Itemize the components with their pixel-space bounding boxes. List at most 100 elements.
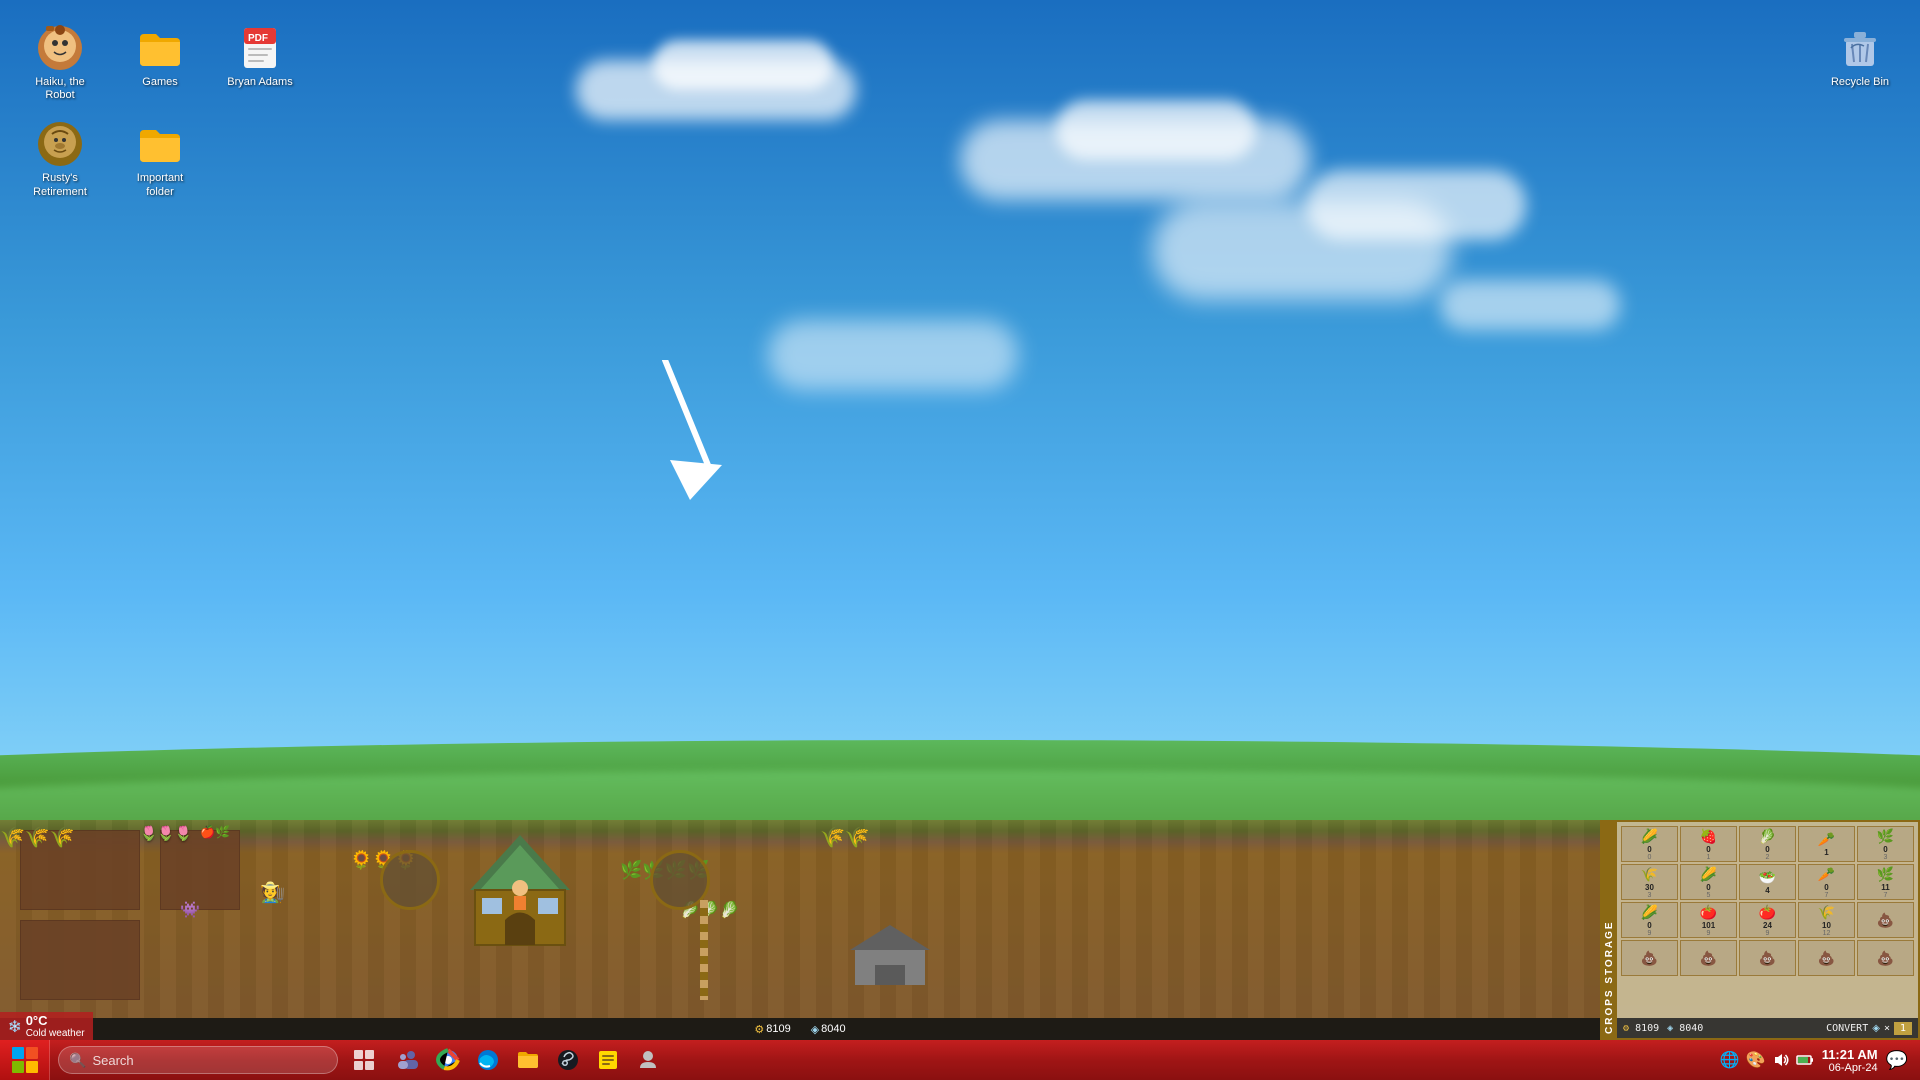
tray-color-icon[interactable]: 🎨 <box>1746 1050 1766 1070</box>
important-folder-label: Important folder <box>124 172 196 198</box>
crop-count-3: 1 <box>1824 848 1828 857</box>
crop-icon-18: 💩 <box>1818 950 1835 967</box>
currency-2-stat: ◈ 8040 <box>811 1023 846 1036</box>
taskbar-chrome[interactable] <box>430 1042 466 1078</box>
convert-button[interactable]: 1 <box>1894 1022 1912 1035</box>
crop-count-10: 0 <box>1647 921 1651 930</box>
crop-count-9: 11 <box>1881 883 1889 892</box>
crop-count-4: 0 <box>1883 845 1887 854</box>
task-view-button[interactable] <box>346 1042 382 1078</box>
desktop-icon-games[interactable]: Games <box>120 20 200 106</box>
clock-area[interactable]: 11:21 AM 06-Apr-24 <box>1822 1047 1878 1074</box>
crop-icon-17: 💩 <box>1759 950 1776 967</box>
crop-icon-8: 🥕 <box>1818 866 1835 883</box>
crop-slot-19: 💩 <box>1857 940 1914 976</box>
cloud-6 <box>1306 170 1526 240</box>
crop-count-5: 30 <box>1645 883 1654 892</box>
crop-sub-5: 3 <box>1648 892 1652 899</box>
desktop-icons-area: Haiku, the Robot Games PDF <box>20 20 300 203</box>
svg-text:PDF: PDF <box>248 33 268 44</box>
crop-slot-10: 🌽 0 9 <box>1621 902 1678 938</box>
crops-storage-panel: CROPS STORAGE 🌽 0 0 🍓 0 1 🥬 0 2 🥕 1 <box>1600 820 1920 1040</box>
teams-icon <box>396 1048 420 1072</box>
edge-icon <box>476 1048 500 1072</box>
search-icon: 🔍 <box>69 1052 86 1069</box>
currency-1-hud: ⚙ 8109 <box>1623 1023 1659 1034</box>
crop-count-2: 0 <box>1765 845 1769 854</box>
tray-network-icon[interactable]: 🌐 <box>1720 1050 1740 1070</box>
bryan-adams-label: Bryan Adams <box>227 76 292 89</box>
taskbar-teams[interactable] <box>390 1042 426 1078</box>
crop-count-6: 0 <box>1706 883 1710 892</box>
tray-battery-icon[interactable] <box>1796 1051 1814 1069</box>
gem-icon: ◈ <box>811 1023 819 1036</box>
crop-slot-15: 💩 <box>1621 940 1678 976</box>
crop-slot-16: 💩 <box>1680 940 1737 976</box>
edge-trees: 🌾🌾🌾 <box>0 825 75 850</box>
desktop-icon-rustys-retirement[interactable]: Rusty's Retirement <box>20 116 100 202</box>
important-folder-icon <box>136 120 184 168</box>
desktop-icon-important-folder[interactable]: Important folder <box>120 116 200 202</box>
recycle-bin-img <box>1836 24 1884 72</box>
crop-icon-10: 🌽 <box>1641 904 1658 921</box>
account-icon <box>636 1048 660 1072</box>
crop-sub-8: 7 <box>1825 892 1829 899</box>
taskbar-explorer[interactable] <box>510 1042 546 1078</box>
crop-icon-5: 🌾 <box>1641 866 1658 883</box>
pointing-arrow <box>650 360 730 500</box>
steam-icon <box>556 1048 580 1072</box>
crop-icon-15: 💩 <box>1641 950 1658 967</box>
system-tray: 🌐 🎨 11:21 AM 06-Apr-24 💬 <box>1720 1047 1920 1074</box>
crop-icon-16: 💩 <box>1700 950 1717 967</box>
crop-count-8: 0 <box>1824 883 1828 892</box>
recycle-bin-icon[interactable]: Recycle Bin <box>1820 20 1900 93</box>
crop-icon-3: 🥕 <box>1818 831 1835 848</box>
games-label: Games <box>142 76 177 89</box>
game-scene: 🌷🌷🌷 🍎🌿 🌻🌻🌻 <box>0 820 1600 1040</box>
currency-1-stat: ⚙ 8109 <box>754 1023 790 1036</box>
crop-icon-7: 🥗 <box>1759 869 1776 886</box>
crop-icon-6: 🌽 <box>1700 866 1717 883</box>
plant-2: 🍎🌿 <box>200 825 230 839</box>
explorer-icon <box>516 1048 540 1072</box>
crop-sub-1: 1 <box>1707 854 1711 861</box>
notes-icon <box>596 1048 620 1072</box>
currency-2-hud: ◈ 8040 <box>1667 1023 1703 1034</box>
tray-volume-icon[interactable] <box>1772 1051 1790 1069</box>
barn <box>460 830 580 950</box>
crop-slot-7: 🥗 4 <box>1739 864 1796 900</box>
merchant-area <box>850 920 930 990</box>
cloud-2 <box>653 40 833 90</box>
pdf-icon: PDF <box>236 24 284 72</box>
temperature: 0°C <box>26 1013 85 1028</box>
search-bar[interactable]: 🔍 Search <box>58 1046 338 1074</box>
crop-slot-11: 🍅 101 9 <box>1680 902 1737 938</box>
notification-icon[interactable]: 💬 <box>1886 1050 1908 1071</box>
desktop-icon-haiku[interactable]: Haiku, the Robot <box>20 20 100 106</box>
search-text: Search <box>92 1053 133 1068</box>
taskbar-steam[interactable] <box>550 1042 586 1078</box>
desktop: Haiku, the Robot Games PDF <box>0 0 1920 1080</box>
crop-count-1: 0 <box>1706 845 1710 854</box>
rustys-label: Rusty's Retirement <box>33 172 87 198</box>
crop-slot-2: 🥬 0 2 <box>1739 826 1796 862</box>
start-button[interactable] <box>0 1040 50 1080</box>
weather-icon: ❄️ <box>8 1020 22 1033</box>
crop-icon-2: 🥬 <box>1759 828 1776 845</box>
recycle-bin-label: Recycle Bin <box>1831 76 1889 89</box>
taskbar-edge[interactable] <box>470 1042 506 1078</box>
crop-slot-1: 🍓 0 1 <box>1680 826 1737 862</box>
convert-separator: × <box>1884 1023 1890 1034</box>
soil-patch-2 <box>160 830 240 910</box>
desktop-icon-bryan-adams[interactable]: PDF Bryan Adams <box>220 20 300 106</box>
crop-sub-4: 3 <box>1884 854 1888 861</box>
crop-count-7: 4 <box>1765 886 1769 895</box>
chrome-icon <box>436 1048 460 1072</box>
taskbar-account[interactable] <box>630 1042 666 1078</box>
crop-sub-9: 7 <box>1884 892 1888 899</box>
taskbar-notes[interactable] <box>590 1042 626 1078</box>
weather-condition: Cold weather <box>26 1028 85 1039</box>
crop-slot-6: 🌽 0 5 <box>1680 864 1737 900</box>
crop-icon-4: 🌿 <box>1877 828 1894 845</box>
convert-bar: ⚙ 8109 ◈ 8040 CONVERT ◈ × 1 <box>1617 1018 1918 1038</box>
